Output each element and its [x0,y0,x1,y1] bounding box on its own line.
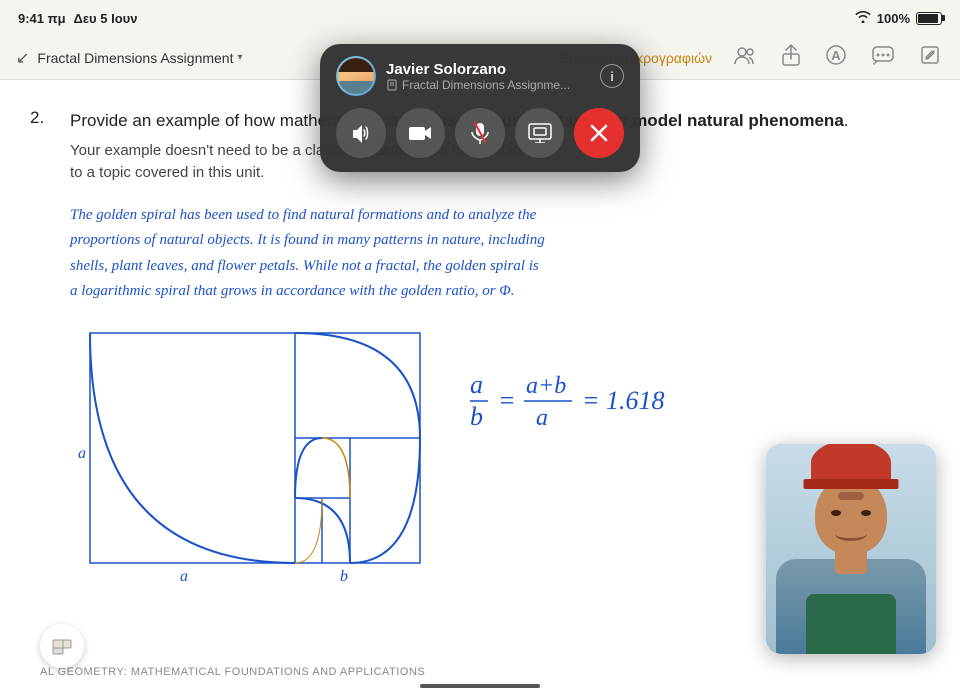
people-icon[interactable] [730,41,760,75]
pencil-icon[interactable]: A [822,41,850,75]
screen-share-button[interactable] [515,108,565,158]
facetime-controls [336,108,624,158]
svg-text:A: A [831,48,841,63]
end-call-button[interactable] [574,108,624,158]
toolbar-left: ↙ Fractal Dimensions Assignment ▾ [16,48,243,68]
share-icon[interactable] [778,40,804,76]
status-right: 100% [855,10,942,26]
svg-text:b: b [340,568,348,583]
formula-area: a b = a+b a = 1.618 [470,363,740,449]
status-left: 9:41 πμ Δευ 5 Ιουν [18,11,137,26]
svg-text:b: b [470,402,483,431]
svg-text:a: a [536,405,548,431]
caller-avatar [336,56,376,96]
caller-doc: Fractal Dimensions Assignme... [386,78,590,92]
status-bar: 9:41 πμ Δευ 5 Ιουν 100% [0,0,960,36]
status-time: 9:41 πμ [18,11,66,26]
svg-text:a: a [180,568,188,583]
camera-button[interactable] [396,108,446,158]
svg-text:a: a [78,445,86,462]
caller-info: Javier Solorzano Fractal Dimensions Assi… [386,61,590,92]
caller-name: Javier Solorzano [386,61,590,78]
book-footer: AL GEOMETRY: MATHEMATICAL FOUNDATIONS AN… [40,666,425,678]
edit-icon[interactable] [916,41,944,75]
facetime-header: Javier Solorzano Fractal Dimensions Assi… [336,56,624,96]
svg-text:a: a [470,370,483,399]
handwritten-answer: The golden spiral has been used to find … [70,203,920,305]
doc-title-container[interactable]: Fractal Dimensions Assignment ▾ [37,50,242,66]
question-number: 2. [30,108,44,128]
facetime-info-button[interactable]: i [600,64,624,88]
battery-icon [916,12,942,25]
wifi-icon [855,10,871,26]
golden-spiral-diagram: a a b [70,323,440,583]
home-indicator[interactable] [420,684,540,688]
facetime-overlay: Javier Solorzano Fractal Dimensions Assi… [320,44,640,172]
bubble-icon[interactable] [868,41,898,75]
mute-button[interactable] [455,108,505,158]
svg-text:= 1.618: = 1.618 [582,386,665,415]
self-view-camera [766,444,936,654]
svg-text:=: = [498,386,516,415]
chevron-down-icon: ▾ [237,52,242,63]
formula-svg: a b = a+b a = 1.618 [470,363,740,443]
minimize-icon[interactable]: ↙ [16,48,29,68]
eraser-tool[interactable] [40,624,84,668]
speaker-button[interactable] [336,108,386,158]
battery-percentage: 100% [877,11,910,26]
doc-title-text: Fractal Dimensions Assignment [37,50,233,66]
svg-text:a+b: a+b [526,373,566,399]
status-date: Δευ 5 Ιουν [74,11,138,26]
self-view-person [766,444,936,654]
